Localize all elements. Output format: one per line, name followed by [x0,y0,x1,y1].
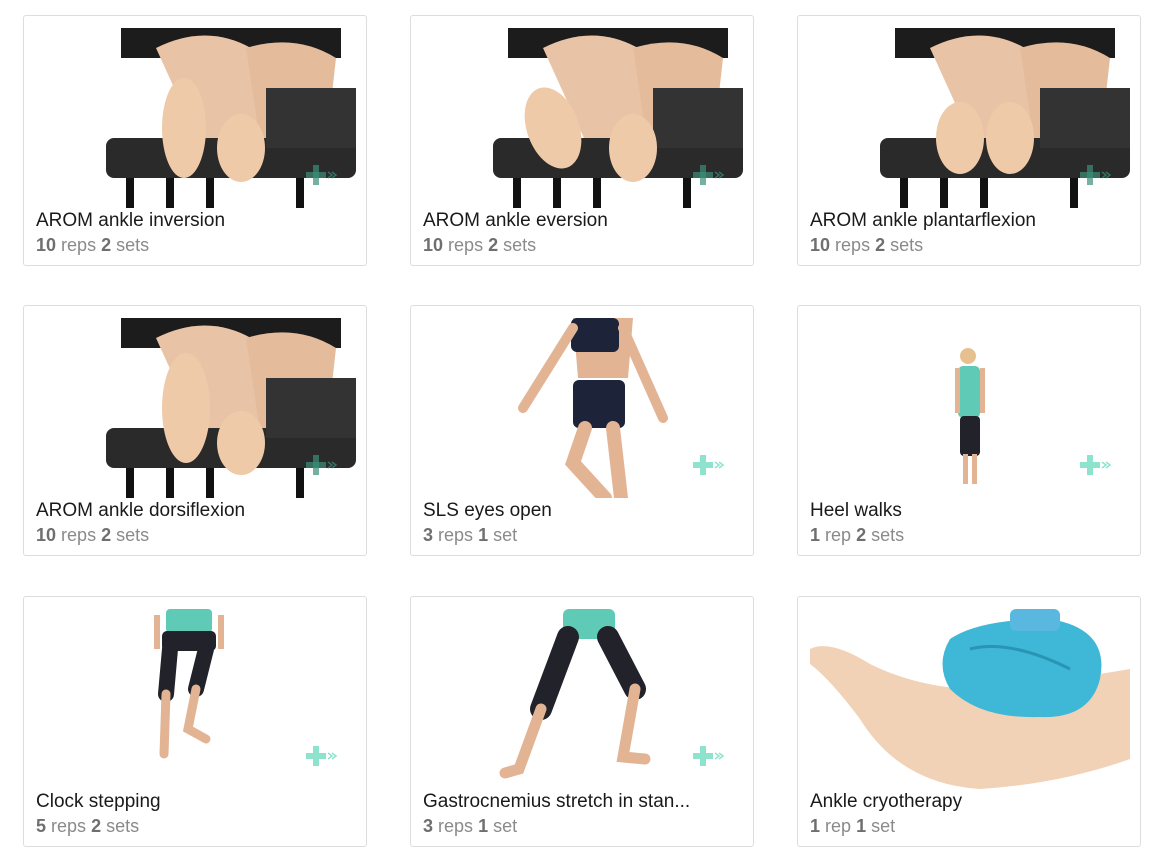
add-plus-icon[interactable] [304,744,338,768]
add-plus-icon[interactable] [304,453,338,477]
exercise-title: Clock stepping [36,791,161,812]
exercise-title: Ankle cryotherapy [810,791,963,812]
add-plus-icon[interactable] [304,163,338,187]
exercise-title: Heel walks [810,500,902,521]
exercise-card-heel-walks[interactable]: Heel walks 1 rep 2 sets [797,305,1141,556]
exercise-dosage: 10 reps 2 sets [810,235,924,255]
exercise-title: Gastrocnemius stretch in stan... [423,791,691,812]
exercise-dosage: 3 reps 1 set [423,525,518,545]
exercise-title: AROM ankle plantarflexion [810,210,1036,231]
exercise-thumbnail [810,609,1130,789]
exercise-dosage: 1 rep 1 set [810,816,896,836]
exercise-dosage: 1 rep 2 sets [810,525,905,545]
exercise-title: AROM ankle inversion [36,210,226,231]
add-plus-icon[interactable] [691,163,725,187]
exercise-card-arom-ankle-eversion[interactable]: AROM ankle eversion 10 reps 2 sets [410,15,754,266]
exercise-card-gastrocnemius-stretch[interactable]: Gastrocnemius stretch in stan... 3 reps … [410,596,754,847]
exercise-dosage: 10 reps 2 sets [423,235,537,255]
add-plus-icon[interactable] [691,744,725,768]
exercise-card-clock-stepping[interactable]: Clock stepping 5 reps 2 sets [23,596,367,847]
exercise-dosage: 10 reps 2 sets [36,235,150,255]
exercise-dosage: 3 reps 1 set [423,816,518,836]
exercise-card-arom-ankle-inversion[interactable]: AROM ankle inversion 10 reps 2 sets [23,15,367,266]
ice-bag-on-foot-illustration [810,609,1130,789]
add-plus-icon[interactable] [1078,453,1112,477]
exercise-card-arom-ankle-plantarflexion[interactable]: AROM ankle plantarflexion 10 reps 2 sets [797,15,1141,266]
exercise-dosage: 5 reps 2 sets [36,816,140,836]
exercise-dosage: 10 reps 2 sets [36,525,150,545]
exercise-card-ankle-cryotherapy[interactable]: Ankle cryotherapy 1 rep 1 set [797,596,1141,847]
add-plus-icon[interactable] [1078,163,1112,187]
exercise-card-sls-eyes-open[interactable]: SLS eyes open 3 reps 1 set [410,305,754,556]
exercise-title: AROM ankle eversion [423,210,608,231]
add-plus-icon[interactable] [691,453,725,477]
exercise-title: AROM ankle dorsiflexion [36,500,246,521]
exercise-card-arom-ankle-dorsiflexion[interactable]: AROM ankle dorsiflexion 10 reps 2 sets [23,305,367,556]
exercise-title: SLS eyes open [423,500,552,521]
